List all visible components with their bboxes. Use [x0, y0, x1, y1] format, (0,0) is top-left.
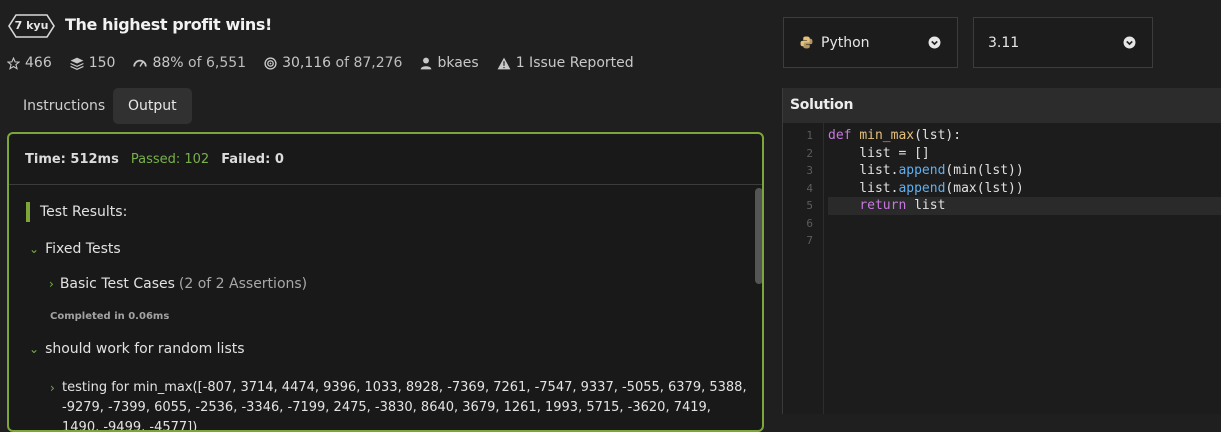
attempted-count: of 87,276	[335, 55, 403, 71]
basic-test-label: Basic Test Cases	[59, 276, 175, 292]
line-number: 4	[806, 181, 813, 195]
code-line[interactable]: list.append(max(lst))	[828, 180, 1221, 198]
run-time: Time: 512ms	[25, 151, 119, 167]
user-icon	[421, 57, 432, 69]
line-number: 3	[806, 164, 813, 177]
line-number: 5	[806, 199, 813, 212]
satisfaction-stat: 88% of 6,551	[133, 55, 246, 71]
version-select[interactable]: 3.11	[973, 17, 1153, 68]
chevron-down-icon	[1123, 36, 1136, 49]
group-fixed-tests[interactable]: ⌄ Fixed Tests	[29, 241, 121, 257]
random-test-label: testing for min_max([-807, 3714, 4474, 9…	[62, 380, 747, 432]
kata-title: The highest profit wins!	[65, 15, 272, 34]
language-value: Python	[821, 34, 870, 51]
warning-icon	[497, 57, 511, 69]
line-number: 7	[806, 234, 813, 247]
chevron-down-icon	[928, 36, 941, 49]
stars-stat[interactable]: 466	[7, 55, 52, 71]
output-panel: Time: 512ms Passed: 102 Failed: 0 Test R…	[7, 132, 764, 432]
line-number: 1	[806, 129, 813, 142]
author-name: bkaes	[437, 55, 479, 71]
assertion-count: (2 of 2 Assertions)	[178, 276, 308, 292]
gutter-divider	[823, 123, 824, 414]
test-results-heading: Test Results:	[26, 202, 127, 222]
code-line[interactable]: return list	[828, 197, 1221, 215]
issues-link[interactable]: 1 Issue Reported	[497, 55, 634, 71]
rank-label: 7 kyu	[14, 19, 49, 32]
test-summary: Time: 512ms Passed: 102 Failed: 0	[9, 134, 762, 185]
completed-time: Completed in 0.06ms	[50, 311, 170, 322]
group-fixed-label: Fixed Tests	[45, 241, 121, 257]
tab-instructions[interactable]: Instructions	[8, 88, 120, 124]
chevron-down-icon: ⌄	[29, 242, 40, 256]
rank-badge: 7 kyu	[8, 14, 55, 38]
line-number: 2	[806, 146, 813, 160]
code-editor[interactable]: 1 2 3 4 5 6 7 def min_max(lst): list = […	[783, 123, 1221, 414]
target-icon	[264, 56, 277, 70]
collections-stat[interactable]: 150	[70, 55, 116, 71]
chevron-down-icon: ⌄	[29, 342, 40, 356]
line-number: 6	[806, 216, 813, 230]
star-icon	[7, 56, 20, 70]
code-lines[interactable]: def min_max(lst): list = [] list.append(…	[828, 127, 1221, 250]
satisfaction-votes: of 6,551	[188, 55, 247, 71]
issues-label: 1 Issue Reported	[515, 55, 634, 71]
completed-stat: 30,116 of 87,276	[264, 55, 402, 71]
basic-test-cases[interactable]: › Basic Test Cases (2 of 2 Assertions)	[49, 276, 307, 292]
layers-icon	[70, 57, 84, 70]
group-random-tests[interactable]: ⌄ should work for random lists	[29, 341, 245, 357]
author-link[interactable]: bkaes	[420, 55, 479, 71]
language-select[interactable]: Python	[783, 17, 958, 68]
kata-stats: 466 150 88% of 6,551 30,116 of 87,276 bk…	[7, 55, 652, 71]
code-line[interactable]	[828, 232, 1221, 250]
output-scrollbar[interactable]	[755, 188, 762, 284]
code-line[interactable]: list.append(min(lst))	[828, 162, 1221, 180]
code-line[interactable]	[828, 215, 1221, 233]
gauge-icon	[133, 59, 148, 67]
completed-count: 30,116	[282, 55, 332, 71]
code-line[interactable]: list = []	[828, 145, 1221, 163]
code-line[interactable]: def min_max(lst):	[828, 127, 1221, 145]
stars-count: 466	[25, 55, 52, 71]
collections-count: 150	[88, 55, 116, 71]
chevron-right-icon: ›	[50, 381, 55, 395]
version-value: 3.11	[988, 34, 1020, 51]
group-random-label: should work for random lists	[45, 341, 245, 357]
random-test-case[interactable]: › testing for min_max([-807, 3714, 4474,…	[50, 378, 752, 432]
tab-output[interactable]: Output	[113, 88, 192, 124]
solution-header: Solution	[783, 88, 1221, 123]
failed-count: Failed: 0	[221, 151, 284, 167]
satisfaction-percent: 88%	[152, 55, 184, 71]
python-icon	[800, 36, 813, 49]
passed-count: Passed: 102	[130, 151, 210, 167]
chevron-right-icon: ›	[49, 277, 54, 291]
line-numbers: 1 2 3 4 5 6 7	[783, 127, 813, 250]
